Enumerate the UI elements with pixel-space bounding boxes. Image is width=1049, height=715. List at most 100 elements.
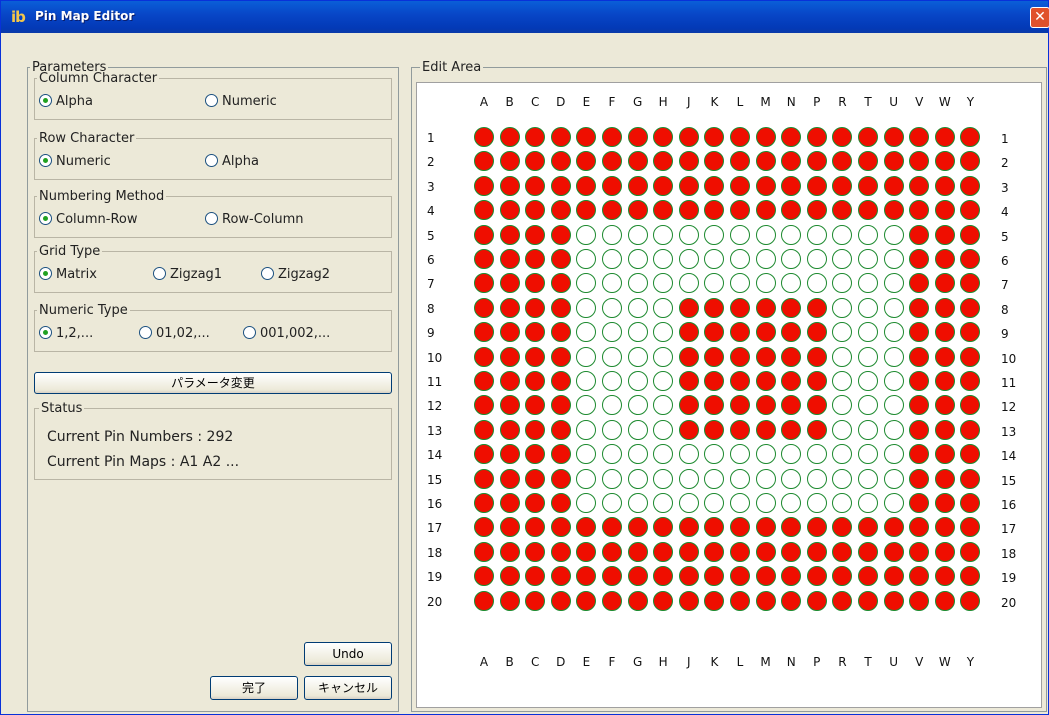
pin-Y4[interactable] — [960, 200, 981, 221]
pin-J15[interactable] — [678, 468, 699, 489]
pin-L14[interactable] — [730, 444, 750, 465]
pin-D14[interactable] — [550, 444, 571, 465]
pin-U4[interactable] — [883, 200, 904, 221]
pin-F2[interactable] — [602, 151, 622, 172]
pin-C8[interactable] — [525, 297, 546, 318]
pin-A14[interactable] — [474, 444, 494, 465]
pin-D20[interactable] — [550, 590, 571, 611]
pin-V1[interactable] — [909, 127, 930, 147]
pin-W12[interactable] — [934, 395, 955, 416]
pin-C12[interactable] — [525, 395, 546, 416]
pin-N8[interactable] — [781, 297, 802, 318]
pin-B19[interactable] — [499, 566, 520, 587]
pin-G9[interactable] — [627, 322, 648, 343]
pin-R5[interactable] — [832, 224, 853, 245]
pin-T14[interactable] — [858, 444, 878, 465]
pin-C19[interactable] — [525, 566, 546, 587]
pin-H16[interactable] — [653, 493, 674, 513]
pin-U2[interactable] — [883, 151, 904, 172]
pin-L12[interactable] — [730, 395, 750, 416]
pin-F13[interactable] — [602, 419, 622, 440]
pin-B15[interactable] — [499, 468, 520, 489]
pin-L15[interactable] — [730, 468, 750, 489]
pin-J13[interactable] — [678, 419, 699, 440]
pin-M15[interactable] — [755, 468, 776, 489]
pin-M4[interactable] — [755, 200, 776, 221]
pin-T1[interactable] — [858, 127, 878, 147]
pin-N17[interactable] — [781, 517, 802, 538]
pin-T5[interactable] — [858, 224, 878, 245]
pin-U10[interactable] — [883, 346, 904, 367]
pin-C13[interactable] — [525, 419, 546, 440]
pin-Y6[interactable] — [960, 249, 981, 269]
pin-N18[interactable] — [781, 541, 802, 562]
pin-K12[interactable] — [704, 395, 725, 416]
pin-F12[interactable] — [602, 395, 622, 416]
pin-J2[interactable] — [678, 151, 699, 172]
pin-J20[interactable] — [678, 590, 699, 611]
pin-L13[interactable] — [730, 419, 750, 440]
pin-E6[interactable] — [576, 249, 597, 269]
pin-W7[interactable] — [934, 273, 955, 294]
pin-L20[interactable] — [730, 590, 750, 611]
pin-G4[interactable] — [627, 200, 648, 221]
pin-T9[interactable] — [858, 322, 878, 343]
pin-R14[interactable] — [832, 444, 853, 465]
pin-G16[interactable] — [627, 493, 648, 513]
pin-B12[interactable] — [499, 395, 520, 416]
pin-C11[interactable] — [525, 371, 546, 391]
pin-W15[interactable] — [934, 468, 955, 489]
pin-V4[interactable] — [909, 200, 930, 221]
pin-T19[interactable] — [858, 566, 878, 587]
pin-R19[interactable] — [832, 566, 853, 587]
pin-R17[interactable] — [832, 517, 853, 538]
pin-D10[interactable] — [550, 346, 571, 367]
pin-D11[interactable] — [550, 371, 571, 391]
pin-N10[interactable] — [781, 346, 802, 367]
pin-B1[interactable] — [499, 127, 520, 147]
pin-V20[interactable] — [909, 590, 930, 611]
pin-H11[interactable] — [653, 371, 674, 391]
pin-H19[interactable] — [653, 566, 674, 587]
pin-K8[interactable] — [704, 297, 725, 318]
pin-E4[interactable] — [576, 200, 597, 221]
pin-L17[interactable] — [730, 517, 750, 538]
pin-U19[interactable] — [883, 566, 904, 587]
pin-P4[interactable] — [806, 200, 827, 221]
pin-J4[interactable] — [678, 200, 699, 221]
pin-R9[interactable] — [832, 322, 853, 343]
pin-B10[interactable] — [499, 346, 520, 367]
pin-U17[interactable] — [883, 517, 904, 538]
pin-Y14[interactable] — [960, 444, 981, 465]
pin-M16[interactable] — [755, 493, 776, 513]
pin-N20[interactable] — [781, 590, 802, 611]
pin-E19[interactable] — [576, 566, 597, 587]
pin-G11[interactable] — [627, 371, 648, 391]
pin-T20[interactable] — [858, 590, 878, 611]
pin-A18[interactable] — [474, 541, 494, 562]
pin-W14[interactable] — [934, 444, 955, 465]
pin-K6[interactable] — [704, 249, 725, 269]
pin-L3[interactable] — [730, 175, 750, 196]
pin-F3[interactable] — [602, 175, 622, 196]
pin-K4[interactable] — [704, 200, 725, 221]
pin-M2[interactable] — [755, 151, 776, 172]
pin-T11[interactable] — [858, 371, 878, 391]
pin-W4[interactable] — [934, 200, 955, 221]
pin-Y16[interactable] — [960, 493, 981, 513]
pin-B13[interactable] — [499, 419, 520, 440]
pin-U12[interactable] — [883, 395, 904, 416]
pin-U6[interactable] — [883, 249, 904, 269]
pin-F17[interactable] — [602, 517, 622, 538]
pin-Y1[interactable] — [960, 127, 981, 147]
pin-B6[interactable] — [499, 249, 520, 269]
pin-J3[interactable] — [678, 175, 699, 196]
pin-K19[interactable] — [704, 566, 725, 587]
radio-option[interactable]: Column-Row — [39, 212, 138, 227]
pin-N3[interactable] — [781, 175, 802, 196]
pin-H6[interactable] — [653, 249, 674, 269]
pin-J7[interactable] — [678, 273, 699, 294]
pin-P8[interactable] — [806, 297, 827, 318]
pin-D16[interactable] — [550, 493, 571, 513]
pin-E11[interactable] — [576, 371, 597, 391]
